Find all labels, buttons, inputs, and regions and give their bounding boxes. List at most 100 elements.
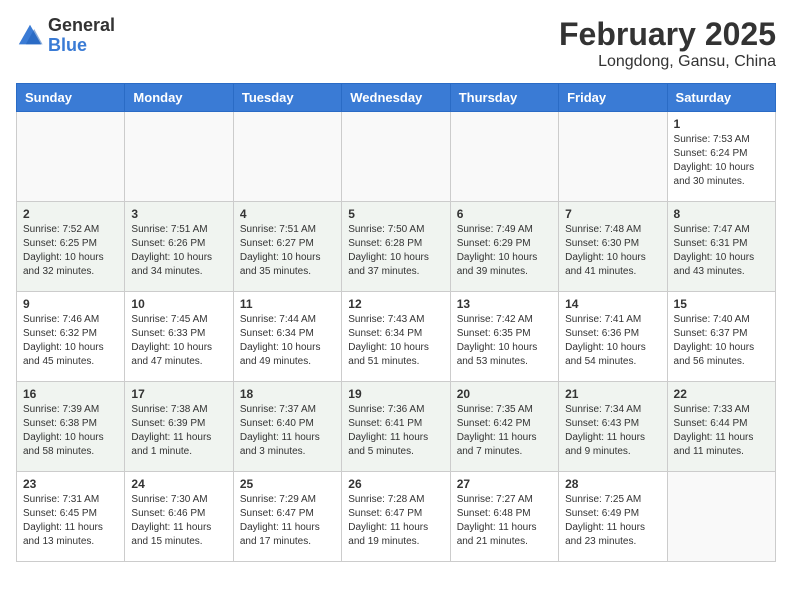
logo-text: General Blue bbox=[48, 16, 115, 56]
day-number: 1 bbox=[674, 117, 769, 131]
day-info: Sunrise: 7:43 AM Sunset: 6:34 PM Dayligh… bbox=[348, 313, 443, 369]
day-number: 24 bbox=[131, 477, 226, 491]
day-info: Sunrise: 7:52 AM Sunset: 6:25 PM Dayligh… bbox=[23, 223, 118, 279]
calendar-day-cell: 17 Sunrise: 7:38 AM Sunset: 6:39 PM Dayli… bbox=[125, 382, 233, 472]
day-info: Sunrise: 7:42 AM Sunset: 6:35 PM Dayligh… bbox=[457, 313, 552, 369]
calendar-day-cell: 22 Sunrise: 7:33 AM Sunset: 6:44 PM Dayli… bbox=[667, 382, 775, 472]
day-info: Sunrise: 7:27 AM Sunset: 6:48 PM Dayligh… bbox=[457, 493, 552, 549]
day-number: 11 bbox=[240, 297, 335, 311]
calendar-day-cell: 25 Sunrise: 7:29 AM Sunset: 6:47 PM Dayli… bbox=[233, 472, 341, 562]
day-number: 23 bbox=[23, 477, 118, 491]
calendar-day-cell: 11 Sunrise: 7:44 AM Sunset: 6:34 PM Dayli… bbox=[233, 292, 341, 382]
day-info: Sunrise: 7:33 AM Sunset: 6:44 PM Dayligh… bbox=[674, 403, 769, 459]
calendar-day-cell: 24 Sunrise: 7:30 AM Sunset: 6:46 PM Dayli… bbox=[125, 472, 233, 562]
day-info: Sunrise: 7:29 AM Sunset: 6:47 PM Dayligh… bbox=[240, 493, 335, 549]
logo: General Blue bbox=[16, 16, 115, 56]
day-info: Sunrise: 7:28 AM Sunset: 6:47 PM Dayligh… bbox=[348, 493, 443, 549]
calendar-day-cell: 13 Sunrise: 7:42 AM Sunset: 6:35 PM Dayli… bbox=[450, 292, 558, 382]
day-number: 15 bbox=[674, 297, 769, 311]
day-info: Sunrise: 7:45 AM Sunset: 6:33 PM Dayligh… bbox=[131, 313, 226, 369]
day-number: 21 bbox=[565, 387, 660, 401]
day-number: 18 bbox=[240, 387, 335, 401]
calendar-day-cell: 4 Sunrise: 7:51 AM Sunset: 6:27 PM Daylig… bbox=[233, 202, 341, 292]
calendar-day-cell bbox=[125, 112, 233, 202]
day-info: Sunrise: 7:34 AM Sunset: 6:43 PM Dayligh… bbox=[565, 403, 660, 459]
day-number: 26 bbox=[348, 477, 443, 491]
day-info: Sunrise: 7:51 AM Sunset: 6:26 PM Dayligh… bbox=[131, 223, 226, 279]
day-info: Sunrise: 7:44 AM Sunset: 6:34 PM Dayligh… bbox=[240, 313, 335, 369]
calendar-day-cell: 6Sunrise: 7:49 AM Sunset: 6:29 PM Daylig… bbox=[450, 202, 558, 292]
day-number: 10 bbox=[131, 297, 226, 311]
day-number: 3 bbox=[131, 207, 226, 221]
weekday-header-friday: Friday bbox=[559, 84, 667, 112]
calendar-day-cell bbox=[559, 112, 667, 202]
day-number: 16 bbox=[23, 387, 118, 401]
calendar-title: February 2025 bbox=[559, 16, 776, 53]
day-number: 14 bbox=[565, 297, 660, 311]
day-info: Sunrise: 7:39 AM Sunset: 6:38 PM Dayligh… bbox=[23, 403, 118, 459]
calendar-day-cell: 19 Sunrise: 7:36 AM Sunset: 6:41 PM Dayli… bbox=[342, 382, 450, 472]
day-info: Sunrise: 7:50 AM Sunset: 6:28 PM Dayligh… bbox=[348, 223, 443, 279]
calendar-day-cell: 3 Sunrise: 7:51 AM Sunset: 6:26 PM Daylig… bbox=[125, 202, 233, 292]
weekday-header-tuesday: Tuesday bbox=[233, 84, 341, 112]
page-header: General Blue February 2025 Longdong, Gan… bbox=[16, 16, 776, 71]
calendar-day-cell: 9 Sunrise: 7:46 AM Sunset: 6:32 PM Daylig… bbox=[17, 292, 125, 382]
day-info: Sunrise: 7:30 AM Sunset: 6:46 PM Dayligh… bbox=[131, 493, 226, 549]
weekday-header-row: SundayMondayTuesdayWednesdayThursdayFrid… bbox=[17, 84, 776, 112]
calendar-day-cell: 20Sunrise: 7:35 AM Sunset: 6:42 PM Dayli… bbox=[450, 382, 558, 472]
day-info: Sunrise: 7:48 AM Sunset: 6:30 PM Dayligh… bbox=[565, 223, 660, 279]
calendar-week-row: 2 Sunrise: 7:52 AM Sunset: 6:25 PM Daylig… bbox=[17, 202, 776, 292]
calendar-day-cell: 15 Sunrise: 7:40 AM Sunset: 6:37 PM Dayli… bbox=[667, 292, 775, 382]
day-number: 27 bbox=[457, 477, 552, 491]
title-block: February 2025 Longdong, Gansu, China bbox=[559, 16, 776, 71]
day-number: 8 bbox=[674, 207, 769, 221]
calendar-day-cell: 2 Sunrise: 7:52 AM Sunset: 6:25 PM Daylig… bbox=[17, 202, 125, 292]
day-info: Sunrise: 7:49 AM Sunset: 6:29 PM Dayligh… bbox=[457, 223, 552, 279]
day-number: 22 bbox=[674, 387, 769, 401]
day-info: Sunrise: 7:47 AM Sunset: 6:31 PM Dayligh… bbox=[674, 223, 769, 279]
logo-icon bbox=[16, 22, 44, 50]
logo-general-text: General bbox=[48, 16, 115, 36]
day-number: 28 bbox=[565, 477, 660, 491]
calendar-day-cell bbox=[17, 112, 125, 202]
calendar-day-cell: 7 Sunrise: 7:48 AM Sunset: 6:30 PM Daylig… bbox=[559, 202, 667, 292]
day-number: 5 bbox=[348, 207, 443, 221]
day-info: Sunrise: 7:41 AM Sunset: 6:36 PM Dayligh… bbox=[565, 313, 660, 369]
day-info: Sunrise: 7:37 AM Sunset: 6:40 PM Dayligh… bbox=[240, 403, 335, 459]
calendar-day-cell: 5 Sunrise: 7:50 AM Sunset: 6:28 PM Daylig… bbox=[342, 202, 450, 292]
weekday-header-saturday: Saturday bbox=[667, 84, 775, 112]
day-number: 9 bbox=[23, 297, 118, 311]
day-number: 19 bbox=[348, 387, 443, 401]
day-number: 17 bbox=[131, 387, 226, 401]
calendar-day-cell: 16 Sunrise: 7:39 AM Sunset: 6:38 PM Dayli… bbox=[17, 382, 125, 472]
weekday-header-thursday: Thursday bbox=[450, 84, 558, 112]
weekday-header-monday: Monday bbox=[125, 84, 233, 112]
day-number: 20 bbox=[457, 387, 552, 401]
day-number: 7 bbox=[565, 207, 660, 221]
calendar-day-cell: 21 Sunrise: 7:34 AM Sunset: 6:43 PM Dayli… bbox=[559, 382, 667, 472]
day-number: 13 bbox=[457, 297, 552, 311]
calendar-day-cell bbox=[342, 112, 450, 202]
day-info: Sunrise: 7:46 AM Sunset: 6:32 PM Dayligh… bbox=[23, 313, 118, 369]
day-info: Sunrise: 7:40 AM Sunset: 6:37 PM Dayligh… bbox=[674, 313, 769, 369]
day-info: Sunrise: 7:31 AM Sunset: 6:45 PM Dayligh… bbox=[23, 493, 118, 549]
day-info: Sunrise: 7:51 AM Sunset: 6:27 PM Dayligh… bbox=[240, 223, 335, 279]
calendar-day-cell: 10 Sunrise: 7:45 AM Sunset: 6:33 PM Dayli… bbox=[125, 292, 233, 382]
day-number: 2 bbox=[23, 207, 118, 221]
calendar-day-cell: 18 Sunrise: 7:37 AM Sunset: 6:40 PM Dayli… bbox=[233, 382, 341, 472]
calendar-day-cell: 14 Sunrise: 7:41 AM Sunset: 6:36 PM Dayli… bbox=[559, 292, 667, 382]
calendar-week-row: 9 Sunrise: 7:46 AM Sunset: 6:32 PM Daylig… bbox=[17, 292, 776, 382]
day-info: Sunrise: 7:38 AM Sunset: 6:39 PM Dayligh… bbox=[131, 403, 226, 459]
logo-blue-text: Blue bbox=[48, 36, 115, 56]
day-number: 25 bbox=[240, 477, 335, 491]
calendar-day-cell: 26 Sunrise: 7:28 AM Sunset: 6:47 PM Dayli… bbox=[342, 472, 450, 562]
calendar-subtitle: Longdong, Gansu, China bbox=[559, 53, 776, 71]
day-info: Sunrise: 7:36 AM Sunset: 6:41 PM Dayligh… bbox=[348, 403, 443, 459]
day-number: 12 bbox=[348, 297, 443, 311]
calendar-day-cell: 23 Sunrise: 7:31 AM Sunset: 6:45 PM Dayli… bbox=[17, 472, 125, 562]
weekday-header-wednesday: Wednesday bbox=[342, 84, 450, 112]
calendar-day-cell: 27 Sunrise: 7:27 AM Sunset: 6:48 PM Dayli… bbox=[450, 472, 558, 562]
calendar-day-cell bbox=[450, 112, 558, 202]
day-info: Sunrise: 7:25 AM Sunset: 6:49 PM Dayligh… bbox=[565, 493, 660, 549]
day-number: 4 bbox=[240, 207, 335, 221]
